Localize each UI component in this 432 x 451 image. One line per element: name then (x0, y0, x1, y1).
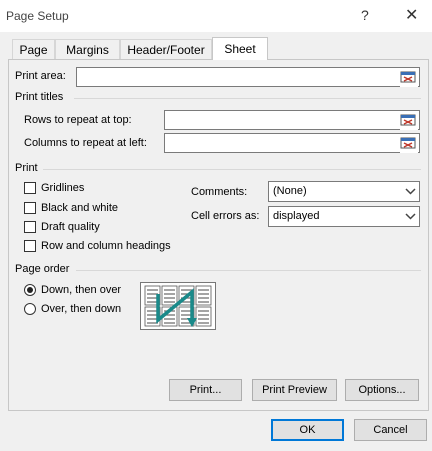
tab-sheet[interactable]: Sheet (212, 37, 268, 60)
black-and-white-checkbox[interactable] (24, 202, 36, 214)
gridlines-label: Gridlines (41, 182, 85, 194)
page-setup-dialog: Page Setup ? ✕ Page Margins Header/Foote… (0, 0, 432, 451)
row-column-headings-checkbox[interactable] (24, 240, 36, 252)
divider (76, 270, 421, 271)
columns-to-repeat-input[interactable] (164, 133, 420, 153)
tab-page[interactable]: Page (12, 39, 55, 59)
print-heading: Print (15, 162, 38, 174)
over-then-down-radio[interactable] (24, 303, 36, 315)
title-bar: Page Setup ? ✕ (0, 0, 432, 32)
divider (43, 169, 421, 170)
columns-to-repeat-label: Columns to repeat at left: (24, 137, 147, 149)
draft-quality-label: Draft quality (41, 221, 100, 233)
collapse-dialog-icon[interactable] (400, 69, 418, 87)
rows-to-repeat-input[interactable] (164, 110, 420, 130)
down-then-over-label: Down, then over (41, 284, 122, 296)
print-button[interactable]: Print... (169, 379, 242, 401)
cell-errors-value: displayed (273, 210, 320, 222)
close-icon[interactable]: ✕ (405, 5, 418, 25)
down-then-over-radio[interactable] (24, 284, 36, 296)
print-preview-button[interactable]: Print Preview (252, 379, 337, 401)
over-then-down-label: Over, then down (41, 303, 122, 315)
tab-header-footer[interactable]: Header/Footer (120, 39, 212, 59)
print-titles-heading: Print titles (15, 91, 64, 103)
cell-errors-dropdown[interactable]: displayed (268, 206, 420, 227)
row-column-headings-label: Row and column headings (41, 240, 171, 252)
page-order-preview (140, 282, 216, 330)
chevron-down-icon[interactable] (402, 207, 419, 226)
options-button[interactable]: Options... (345, 379, 419, 401)
rows-to-repeat-label: Rows to repeat at top: (24, 114, 132, 126)
print-area-input[interactable] (76, 67, 420, 87)
comments-label: Comments: (191, 186, 248, 198)
collapse-dialog-icon[interactable] (400, 135, 418, 153)
print-area-label: Print area: (15, 70, 66, 82)
black-and-white-label: Black and white (41, 202, 119, 214)
cell-errors-label: Cell errors as: (191, 210, 260, 222)
dialog-title: Page Setup (6, 9, 69, 23)
tab-margins[interactable]: Margins (55, 39, 120, 59)
comments-dropdown[interactable]: (None) (268, 181, 420, 202)
ok-button[interactable]: OK (271, 419, 344, 441)
page-order-heading: Page order (15, 263, 70, 275)
gridlines-checkbox[interactable] (24, 182, 36, 194)
help-icon[interactable]: ? (361, 7, 369, 23)
divider (74, 98, 421, 99)
cancel-button[interactable]: Cancel (354, 419, 427, 441)
comments-value: (None) (273, 185, 307, 197)
collapse-dialog-icon[interactable] (400, 112, 418, 130)
draft-quality-checkbox[interactable] (24, 221, 36, 233)
chevron-down-icon[interactable] (402, 182, 419, 201)
